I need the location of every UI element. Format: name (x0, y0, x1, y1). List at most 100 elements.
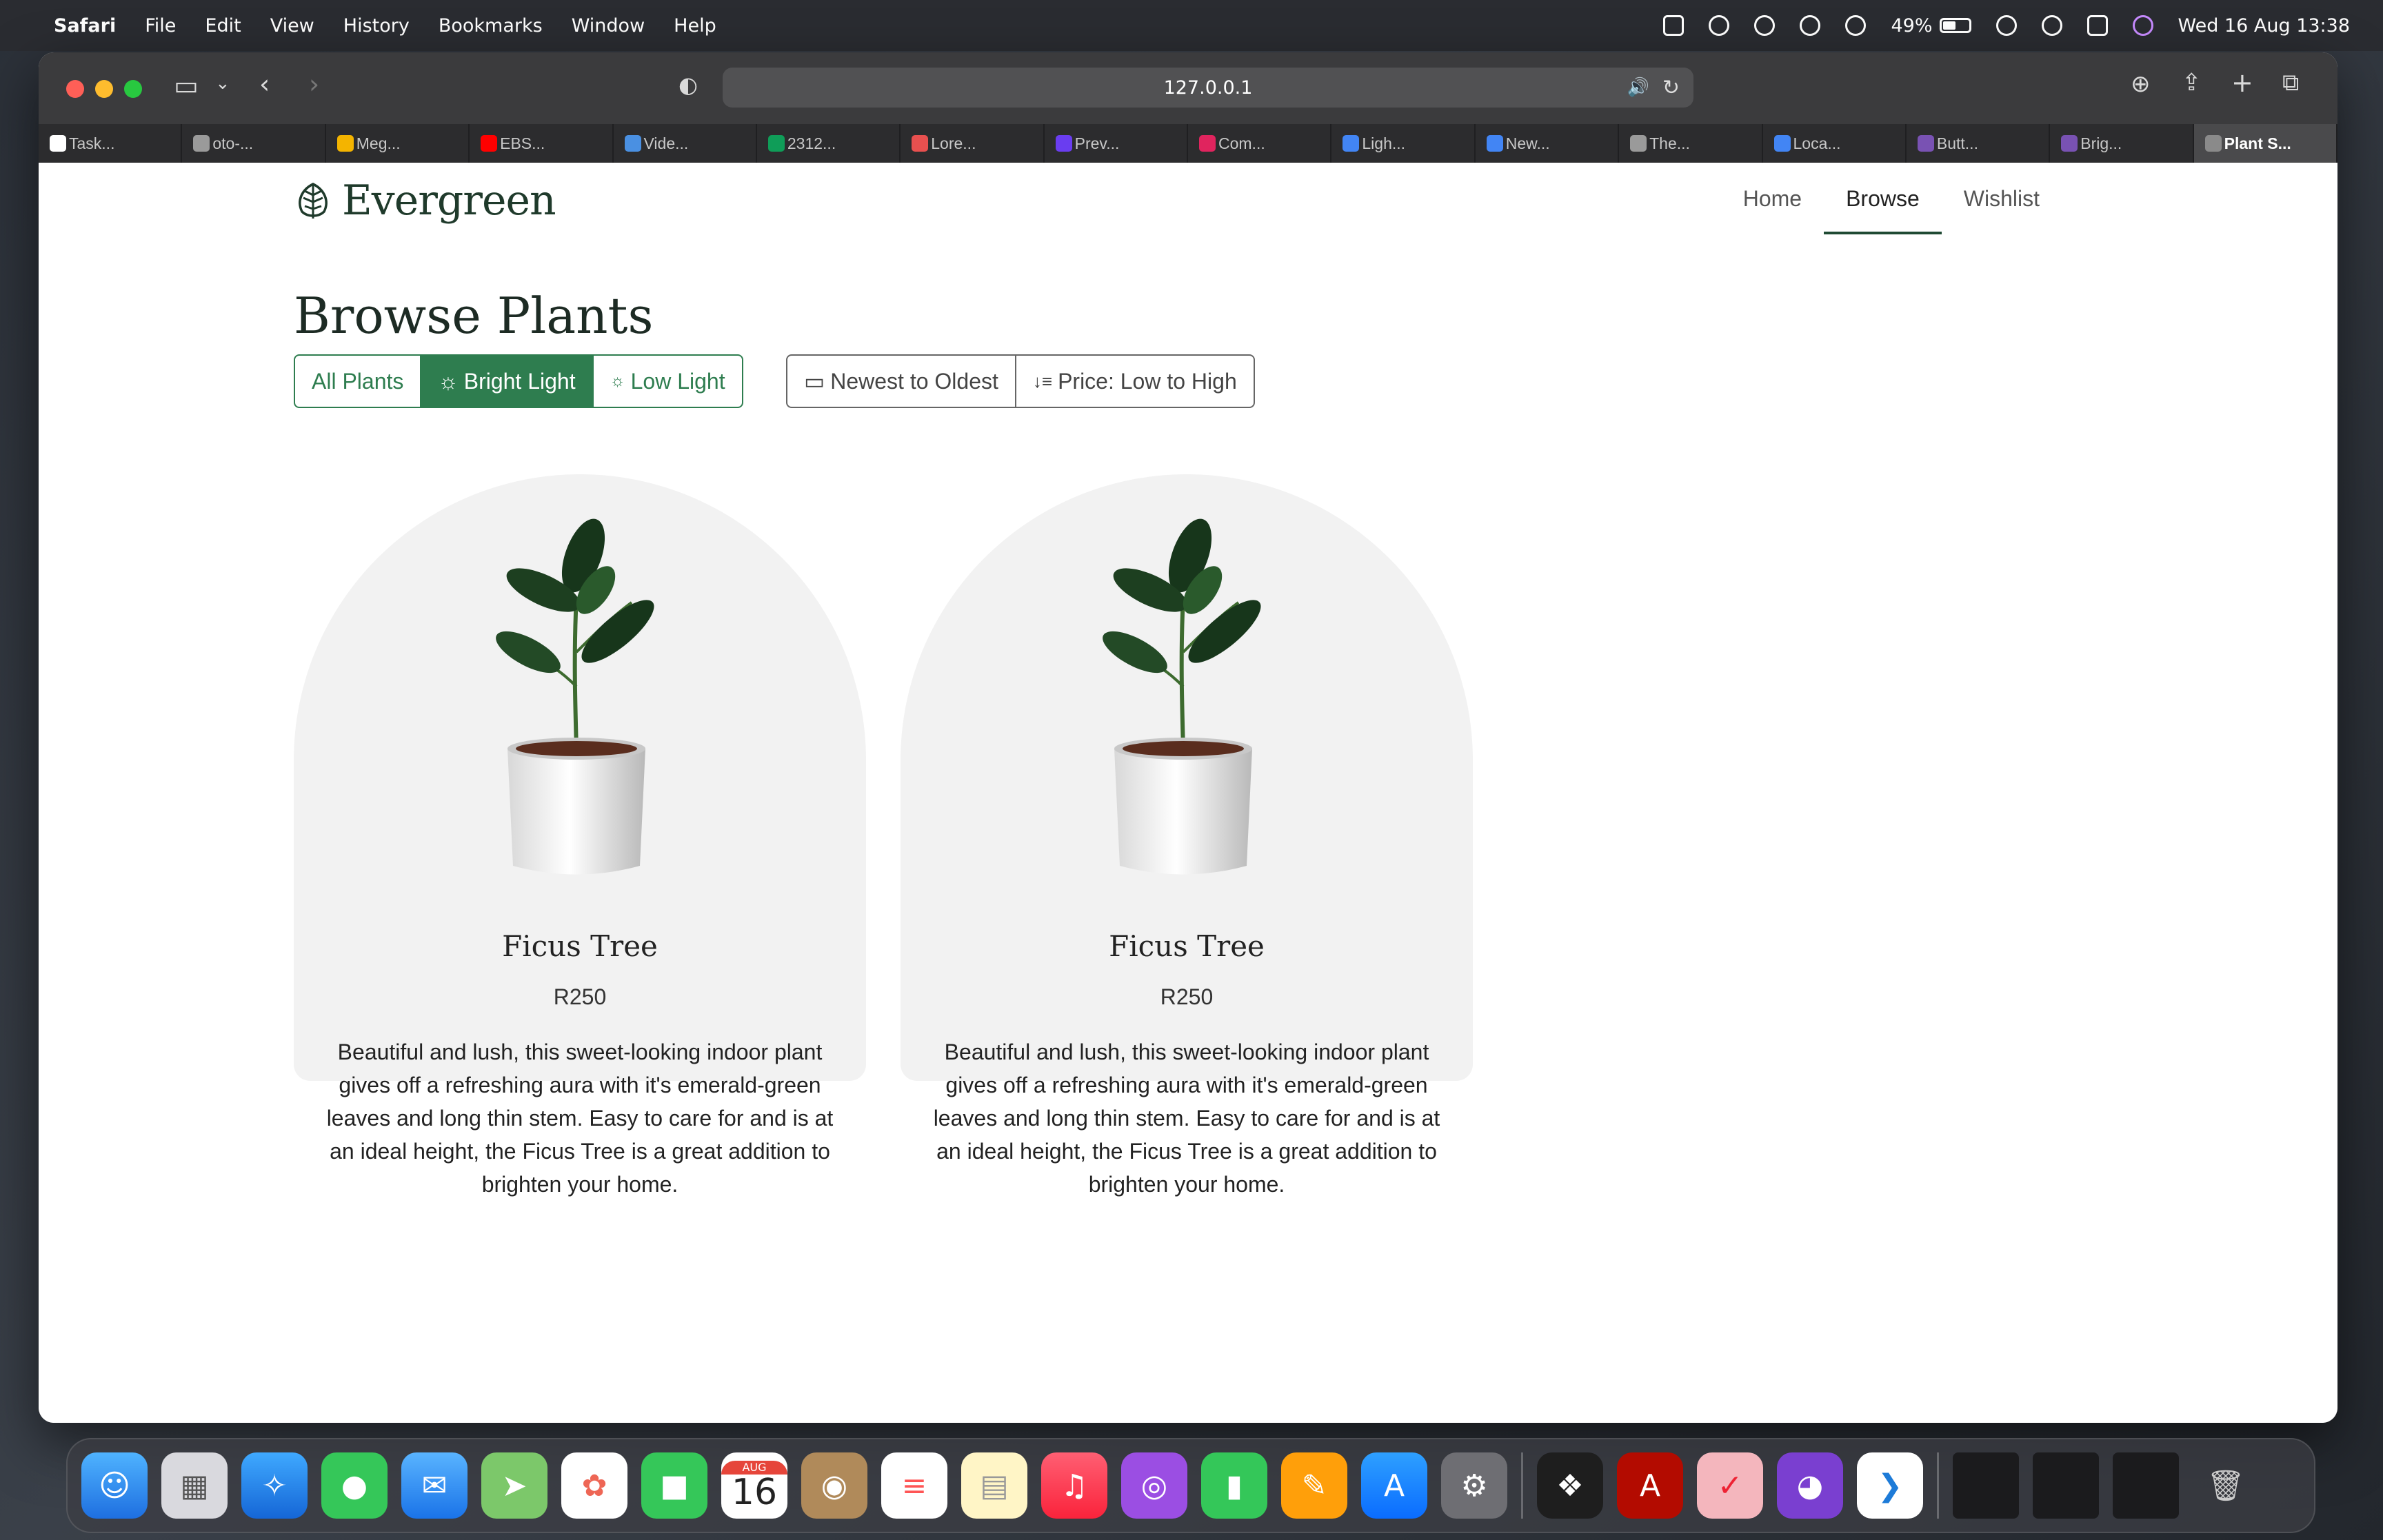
nav-home[interactable]: Home (1721, 163, 1824, 234)
calendar-app-icon[interactable]: AUG 16 (721, 1452, 787, 1519)
browser-tab[interactable]: Ligh... (1331, 124, 1476, 163)
nav-wishlist[interactable]: Wishlist (1942, 163, 2062, 234)
figma-icon[interactable]: ❖ (1537, 1452, 1603, 1519)
siri-icon[interactable] (2132, 15, 2153, 36)
downloads-icon[interactable]: ⊕ (2131, 70, 2151, 98)
tab-label: Brig... (2080, 134, 2122, 152)
podcasts-icon[interactable]: ◎ (1121, 1452, 1187, 1519)
filter-all-plants-button[interactable]: All Plants (295, 356, 422, 407)
figma-status-icon[interactable] (1663, 15, 1685, 36)
menu-help[interactable]: Help (674, 15, 716, 37)
calendar-icon: ▭ (804, 369, 825, 394)
tab-favicon-icon (2061, 135, 2078, 152)
new-tab-icon[interactable]: + (2231, 68, 2253, 98)
safari-icon[interactable]: ✧ (241, 1452, 308, 1519)
safari-window: ▭ ⌄ ‹ › ◐ 127.0.0.1 🔊 ↻ ⊕ ⇪ + ⧉ Task... o… (39, 52, 2337, 1423)
messages-icon[interactable]: ● (321, 1452, 388, 1519)
recent-window-thumbnail[interactable] (1953, 1452, 2019, 1519)
menu-bookmarks[interactable]: Bookmarks (439, 15, 543, 37)
tab-favicon-icon (1773, 135, 1791, 152)
browser-tab[interactable]: Meg... (326, 124, 470, 163)
browser-tab[interactable]: Task... (39, 124, 183, 163)
minimize-window-button[interactable] (95, 80, 113, 98)
tab-favicon-icon (193, 135, 210, 152)
share-icon[interactable]: ⇪ (2182, 69, 2202, 97)
brightness-status-icon[interactable] (1754, 15, 1776, 36)
browser-tab[interactable]: Vide... (614, 124, 757, 163)
address-bar[interactable]: 127.0.0.1 🔊 ↻ (723, 68, 1693, 108)
acrobat-icon[interactable]: A (1617, 1452, 1683, 1519)
privacy-shield-icon[interactable]: ◐ (678, 72, 698, 98)
dim-sun-icon: ☼ (610, 372, 625, 390)
forward-icon[interactable]: › (309, 69, 319, 99)
close-window-button[interactable] (66, 80, 84, 98)
maps-icon[interactable]: ➤ (481, 1452, 547, 1519)
brand-logo[interactable]: Evergreen (294, 176, 556, 225)
nav-browse[interactable]: Browse (1824, 163, 1942, 234)
browser-tab[interactable]: Lore... (901, 124, 1045, 163)
browser-tab[interactable]: Plant S... (2193, 124, 2337, 163)
cloud-status-icon[interactable] (1709, 15, 1730, 36)
menu-history[interactable]: History (343, 15, 410, 37)
system-settings-icon[interactable]: ⚙ (1441, 1452, 1507, 1519)
menu-bar: Safari File Edit View History Bookmarks … (0, 0, 2383, 51)
menu-view[interactable]: View (270, 15, 314, 37)
browser-tab[interactable]: Butt... (1907, 124, 2051, 163)
wifi-icon[interactable] (1995, 15, 2017, 36)
mail-icon[interactable]: ✉ (401, 1452, 467, 1519)
github-desktop-icon[interactable]: ◕ (1777, 1452, 1843, 1519)
photos-icon[interactable]: ✿ (561, 1452, 627, 1519)
reload-icon[interactable]: ↻ (1662, 76, 1680, 100)
chevron-down-icon[interactable]: ⌄ (215, 73, 230, 94)
sidebar-toggle-icon[interactable]: ▭ (174, 70, 199, 101)
recent-window-thumbnail[interactable] (2033, 1452, 2099, 1519)
numbers-icon[interactable]: ▮ (1201, 1452, 1267, 1519)
play-status-icon[interactable] (1845, 15, 1867, 36)
filter-low-light-button[interactable]: ☼ Low Light (594, 356, 742, 407)
spotlight-search-icon[interactable] (2041, 15, 2062, 36)
menu-window[interactable]: Window (572, 15, 645, 37)
browser-tab[interactable]: oto-... (182, 124, 326, 163)
tab-favicon-icon (2204, 135, 2222, 152)
notes-icon[interactable]: ▤ (961, 1452, 1027, 1519)
music-icon[interactable]: ♫ (1041, 1452, 1107, 1519)
recent-window-thumbnail[interactable] (2113, 1452, 2179, 1519)
menu-app-name[interactable]: Safari (54, 15, 116, 37)
menu-edit[interactable]: Edit (205, 15, 241, 37)
browser-tab[interactable]: Brig... (2050, 124, 2194, 163)
sun-icon: ☼ (438, 368, 459, 394)
browser-tab[interactable]: Com... (1188, 124, 1332, 163)
trash-icon[interactable]: 🗑 (2193, 1452, 2259, 1519)
product-name: Ficus Tree (502, 929, 658, 963)
contacts-icon[interactable]: ◉ (801, 1452, 867, 1519)
browser-tab[interactable]: 2312... (757, 124, 901, 163)
tab-overview-icon[interactable]: ⧉ (2282, 69, 2299, 97)
browser-tab[interactable]: EBS... (470, 124, 614, 163)
tab-label: EBS... (500, 134, 545, 152)
control-center-icon[interactable] (2087, 15, 2108, 36)
pages-icon[interactable]: ✎ (1281, 1452, 1347, 1519)
vscode-icon[interactable]: ❯ (1857, 1452, 1923, 1519)
back-icon[interactable]: ‹ (259, 69, 270, 99)
sound-playing-icon[interactable]: 🔊 (1627, 77, 1649, 98)
launchpad-icon[interactable]: ▦ (161, 1452, 228, 1519)
creative-cloud-icon[interactable] (1800, 15, 1821, 36)
facetime-icon[interactable]: ■ (641, 1452, 707, 1519)
browser-tab[interactable]: New... (1476, 124, 1620, 163)
tab-label: oto-... (212, 134, 254, 152)
app-store-icon[interactable]: A (1361, 1452, 1427, 1519)
menu-clock[interactable]: Wed 16 Aug 13:38 (2178, 15, 2351, 37)
zoom-window-button[interactable] (124, 80, 142, 98)
tasks-app-icon[interactable]: ✓ (1697, 1452, 1763, 1519)
filter-bright-light-button[interactable]: ☼ Bright Light (421, 356, 594, 407)
battery-indicator[interactable]: 49% (1891, 15, 1971, 37)
sort-price-button[interactable]: ↓≡ Price: Low to High (1016, 356, 1254, 407)
menu-file[interactable]: File (145, 15, 176, 37)
browser-tab[interactable]: Loca... (1763, 124, 1907, 163)
browser-tab[interactable]: The... (1619, 124, 1763, 163)
reminders-icon[interactable]: ≡ (881, 1452, 947, 1519)
finder-icon[interactable]: ☺ (81, 1452, 148, 1519)
sort-newest-button[interactable]: ▭ Newest to Oldest (787, 356, 1016, 407)
browser-tab[interactable]: Prev... (1045, 124, 1188, 163)
ficus-plant-image (1103, 518, 1261, 875)
